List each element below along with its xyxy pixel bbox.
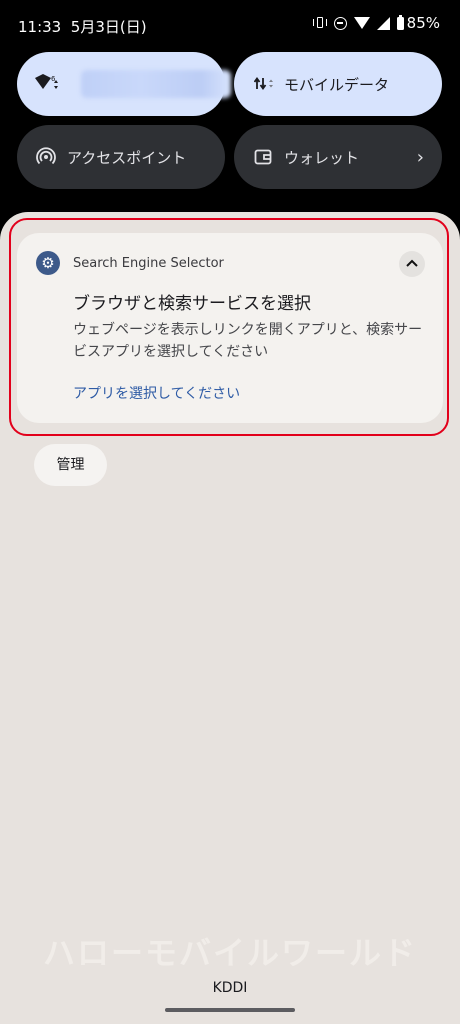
status-icons: 85% (312, 14, 440, 32)
status-time: 11:33 5月3日(日) (18, 18, 147, 36)
tile-mobile-data[interactable]: モバイルデータ (234, 52, 442, 116)
battery-percent: 85% (406, 14, 440, 32)
tile-wallet[interactable]: ウォレット › (234, 125, 442, 189)
do-not-disturb-icon (333, 16, 347, 30)
hotspot-label: アクセスポイント (67, 148, 187, 167)
carrier-label: KDDI (212, 980, 248, 996)
wifi-network-name-redacted (81, 70, 231, 98)
manage-button[interactable]: 管理 (34, 444, 107, 486)
highlight-frame (9, 218, 449, 436)
wallet-icon (254, 149, 272, 165)
battery-icon (396, 14, 404, 30)
data-arrows-icon (254, 76, 273, 91)
chevron-right-icon: › (416, 146, 424, 168)
mobile-data-label: モバイルデータ (284, 75, 390, 94)
tile-hotspot[interactable]: アクセスポイント (17, 125, 225, 189)
wifi-icon: 6 (35, 74, 58, 89)
hotspot-icon (36, 147, 56, 165)
wifi-icon (353, 17, 370, 29)
status-bar: 11:33 5月3日(日) 85% (0, 0, 460, 48)
tile-wifi[interactable]: 6 (17, 52, 231, 116)
vibrate-icon (312, 16, 327, 30)
home-indicator[interactable] (165, 1008, 295, 1012)
wallet-label: ウォレット (284, 148, 360, 167)
watermark: ハローモバイルワールド (42, 934, 417, 972)
signal-icon (376, 16, 390, 30)
